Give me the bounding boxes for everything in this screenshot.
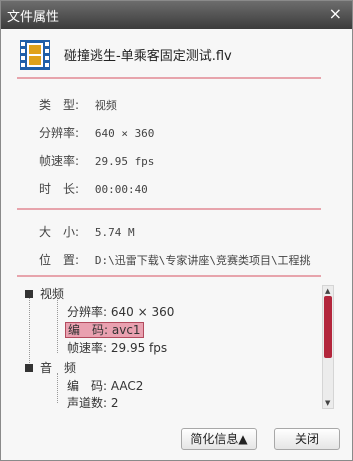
info-value: 5.74 M — [94, 226, 135, 239]
info-row-framerate: 帧速率: 29.95 fps — [39, 152, 154, 169]
info-label: 类 型: — [39, 98, 80, 112]
window-title: 文件属性 — [7, 10, 60, 25]
info-row-location: 位 置: D:\迅雷下载\专家讲座\竞赛类项目\工程挑 — [39, 251, 319, 268]
info-value: 视频 — [94, 99, 117, 112]
tree-item[interactable]: 帧速率: 29.95 fps — [67, 339, 167, 356]
tree-connector — [29, 297, 30, 363]
title-bar[interactable]: 文件属性 × — [1, 1, 352, 29]
tree-item-label: 帧速率: 29.95 fps — [67, 341, 168, 355]
info-label: 位 置: — [39, 253, 80, 267]
divider — [17, 275, 321, 277]
film-file-icon — [20, 40, 50, 70]
tree-item[interactable]: 声道数: 2 — [67, 394, 119, 408]
tree-scrollbar[interactable]: ▲ ▼ — [322, 285, 334, 409]
info-value: 29.95 fps — [94, 155, 155, 168]
close-icon[interactable]: × — [329, 4, 342, 23]
tree-node-audio[interactable]: 音 频 — [25, 359, 76, 376]
tree-node-label: 视频 — [40, 287, 65, 301]
tree-item-selected[interactable]: 编 码: avc1 — [65, 321, 144, 338]
info-row-duration: 时 长: 00:00:40 — [39, 180, 148, 197]
tree-connector — [57, 297, 58, 353]
info-value: 640 × 360 — [94, 127, 155, 140]
scrollbar-thumb[interactable] — [324, 296, 332, 358]
file-name: 碰撞逃生-单乘客固定测试.flv — [64, 49, 232, 64]
tree-item-label: 分辨率: 640 × 360 — [67, 305, 175, 319]
tree-item[interactable]: 编 码: AAC2 — [67, 377, 143, 394]
tree-item-label: 声道数: 2 — [67, 396, 119, 408]
info-label: 时 长: — [39, 182, 80, 196]
divider — [17, 77, 321, 79]
location-path[interactable]: D:\迅雷下载\专家讲座\竞赛类项目\工程挑 — [95, 254, 311, 267]
stream-tree[interactable]: 视频 分辨率: 640 × 360 编 码: avc1 帧速率: 29.95 f… — [25, 283, 337, 408]
collapse-icon[interactable] — [25, 289, 33, 298]
scroll-down-icon[interactable]: ▼ — [325, 399, 330, 407]
collapse-icon[interactable] — [25, 363, 33, 372]
divider — [17, 208, 321, 210]
tree-item-label: 编 码: AAC2 — [67, 379, 144, 393]
info-row-size: 大 小: 5.74 M — [39, 223, 135, 240]
info-label: 大 小: — [39, 225, 80, 239]
tree-connector — [57, 373, 58, 403]
simplify-info-button[interactable]: 简化信息▲ — [181, 428, 257, 450]
info-label: 帧速率: — [39, 154, 80, 168]
info-value: 00:00:40 — [94, 183, 148, 196]
tree-item-label: 编 码: avc1 — [65, 322, 144, 338]
tree-node-video[interactable]: 视频 — [25, 285, 64, 302]
tree-item[interactable]: 分辨率: 640 × 360 — [67, 303, 174, 320]
info-row-resolution: 分辨率: 640 × 360 — [39, 124, 154, 141]
close-button[interactable]: 关闭 — [274, 428, 340, 450]
tree-node-label: 音 频 — [40, 361, 77, 375]
info-label: 分辨率: — [39, 126, 80, 140]
info-row-type: 类 型: 视频 — [39, 96, 117, 113]
file-properties-window: 文件属性 × 碰撞逃生-单乘客固定测试.flv 类 型: 视频 分辨率: 640… — [0, 0, 353, 461]
scroll-up-icon[interactable]: ▲ — [325, 287, 330, 295]
